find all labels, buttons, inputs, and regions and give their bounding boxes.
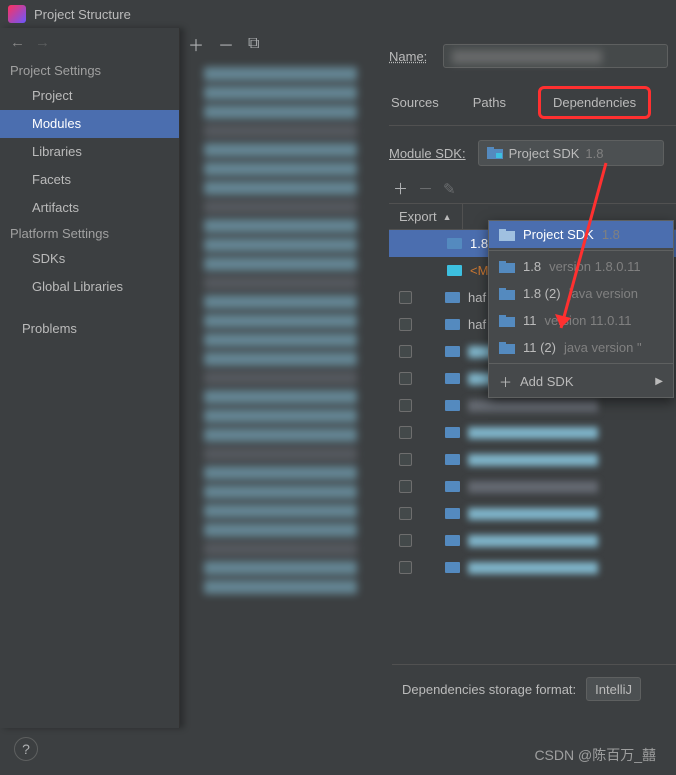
tab-sources[interactable]: Sources — [389, 91, 441, 114]
sidebar-item-problems[interactable]: Problems — [0, 315, 179, 343]
sort-asc-icon: ▲ — [443, 212, 452, 222]
dropdown-separator — [489, 250, 673, 251]
module-list-column: ＋ － ⧉ — [180, 28, 375, 728]
dependencies-toolbar: ＋ － ✎ — [389, 174, 676, 203]
folder-icon — [487, 147, 503, 159]
module-sdk-select[interactable]: Project SDK 1.8 — [478, 140, 664, 166]
dependency-label: 1.8 — [470, 236, 488, 251]
dropdown-separator — [489, 363, 673, 364]
sdk-option-project[interactable]: Project SDK 1.8 — [489, 221, 673, 248]
tab-paths[interactable]: Paths — [471, 91, 508, 114]
tabs-row: Sources Paths Dependencies — [389, 86, 676, 126]
copy-module-icon[interactable]: ⧉ — [248, 35, 259, 53]
sidebar-item-modules[interactable]: Modules — [0, 110, 179, 138]
remove-module-icon[interactable]: － — [218, 32, 234, 56]
module-sdk-version: 1.8 — [585, 146, 603, 161]
dependency-row-blurred[interactable] — [389, 500, 676, 527]
folder-icon — [499, 229, 515, 241]
module-sdk-row: Module SDK: Project SDK 1.8 — [389, 126, 676, 174]
chevron-right-icon: ▶ — [655, 376, 663, 387]
dependencies-storage-bar: Dependencies storage format: IntelliJ — [392, 664, 676, 713]
module-sdk-value: Project SDK — [509, 146, 580, 161]
section-platform-settings: Platform Settings — [0, 222, 179, 245]
plus-icon: ＋ — [499, 372, 512, 391]
folder-icon — [499, 315, 515, 327]
forward-icon[interactable]: → — [35, 34, 50, 51]
help-button[interactable]: ? — [14, 737, 38, 761]
tab-dependencies[interactable]: Dependencies — [538, 86, 651, 119]
sidebar-item-global-libraries[interactable]: Global Libraries — [0, 273, 179, 301]
intellij-logo-icon — [8, 5, 26, 23]
dependency-row-blurred[interactable] — [389, 554, 676, 581]
storage-label: Dependencies storage format: — [402, 682, 576, 697]
export-checkbox[interactable] — [399, 291, 412, 304]
storage-format-select[interactable]: IntelliJ — [586, 677, 641, 701]
module-sdk-label: Module SDK: — [389, 146, 466, 161]
sidebar-item-project[interactable]: Project — [0, 82, 179, 110]
sdk-folder-icon — [447, 238, 462, 249]
dependency-label: <M — [470, 263, 488, 278]
module-toolbar: ＋ － ⧉ — [180, 28, 375, 62]
name-input[interactable] — [443, 44, 668, 68]
edit-dependency-icon[interactable]: ✎ — [443, 180, 456, 198]
sidebar-item-artifacts[interactable]: Artifacts — [0, 194, 179, 222]
sidebar-item-facets[interactable]: Facets — [0, 166, 179, 194]
export-column-header[interactable]: Export ▲ — [389, 204, 463, 229]
dependency-label: haf — [468, 317, 486, 332]
sdk-option-add[interactable]: ＋ Add SDK ▶ — [489, 366, 673, 397]
dependency-row-blurred[interactable] — [389, 419, 676, 446]
right-pane: Name: Sources Paths Dependencies Module … — [375, 28, 676, 728]
export-checkbox[interactable] — [399, 318, 412, 331]
sdk-option-18-2[interactable]: 1.8 (2) java version — [489, 280, 673, 307]
remove-dependency-icon[interactable]: － — [418, 178, 433, 199]
folder-icon — [445, 319, 460, 330]
dependency-label: haf — [468, 290, 486, 305]
folder-icon — [499, 261, 515, 273]
sidebar-item-sdks[interactable]: SDKs — [0, 245, 179, 273]
back-icon[interactable]: ← — [10, 34, 25, 51]
sdk-option-11[interactable]: 11 version 11.0.11 — [489, 307, 673, 334]
name-label: Name: — [389, 49, 427, 64]
add-module-icon[interactable]: ＋ — [188, 32, 204, 56]
dependency-row-blurred[interactable] — [389, 527, 676, 554]
left-sidebar: ← → Project Settings Project Modules Lib… — [0, 28, 180, 728]
dependency-row-blurred[interactable] — [389, 473, 676, 500]
sdk-option-11-2[interactable]: 11 (2) java version " — [489, 334, 673, 361]
dependency-row-blurred[interactable] — [389, 446, 676, 473]
name-row: Name: — [389, 36, 676, 86]
folder-icon — [499, 288, 515, 300]
sdk-dropdown: Project SDK 1.8 1.8 version 1.8.0.11 1.8… — [488, 220, 674, 398]
module-list-blurred — [180, 67, 375, 594]
main-area: ← → Project Settings Project Modules Lib… — [0, 28, 676, 728]
folder-icon — [445, 292, 460, 303]
titlebar: Project Structure — [0, 0, 676, 28]
section-project-settings: Project Settings — [0, 59, 179, 82]
window-title: Project Structure — [34, 7, 131, 22]
add-dependency-icon[interactable]: ＋ — [393, 178, 408, 199]
watermark: CSDN @陈百万_囍 — [534, 745, 656, 765]
nav-arrows: ← → — [0, 28, 179, 59]
sidebar-item-libraries[interactable]: Libraries — [0, 138, 179, 166]
module-source-icon — [447, 265, 462, 276]
sdk-option-18[interactable]: 1.8 version 1.8.0.11 — [489, 253, 673, 280]
folder-icon — [499, 342, 515, 354]
